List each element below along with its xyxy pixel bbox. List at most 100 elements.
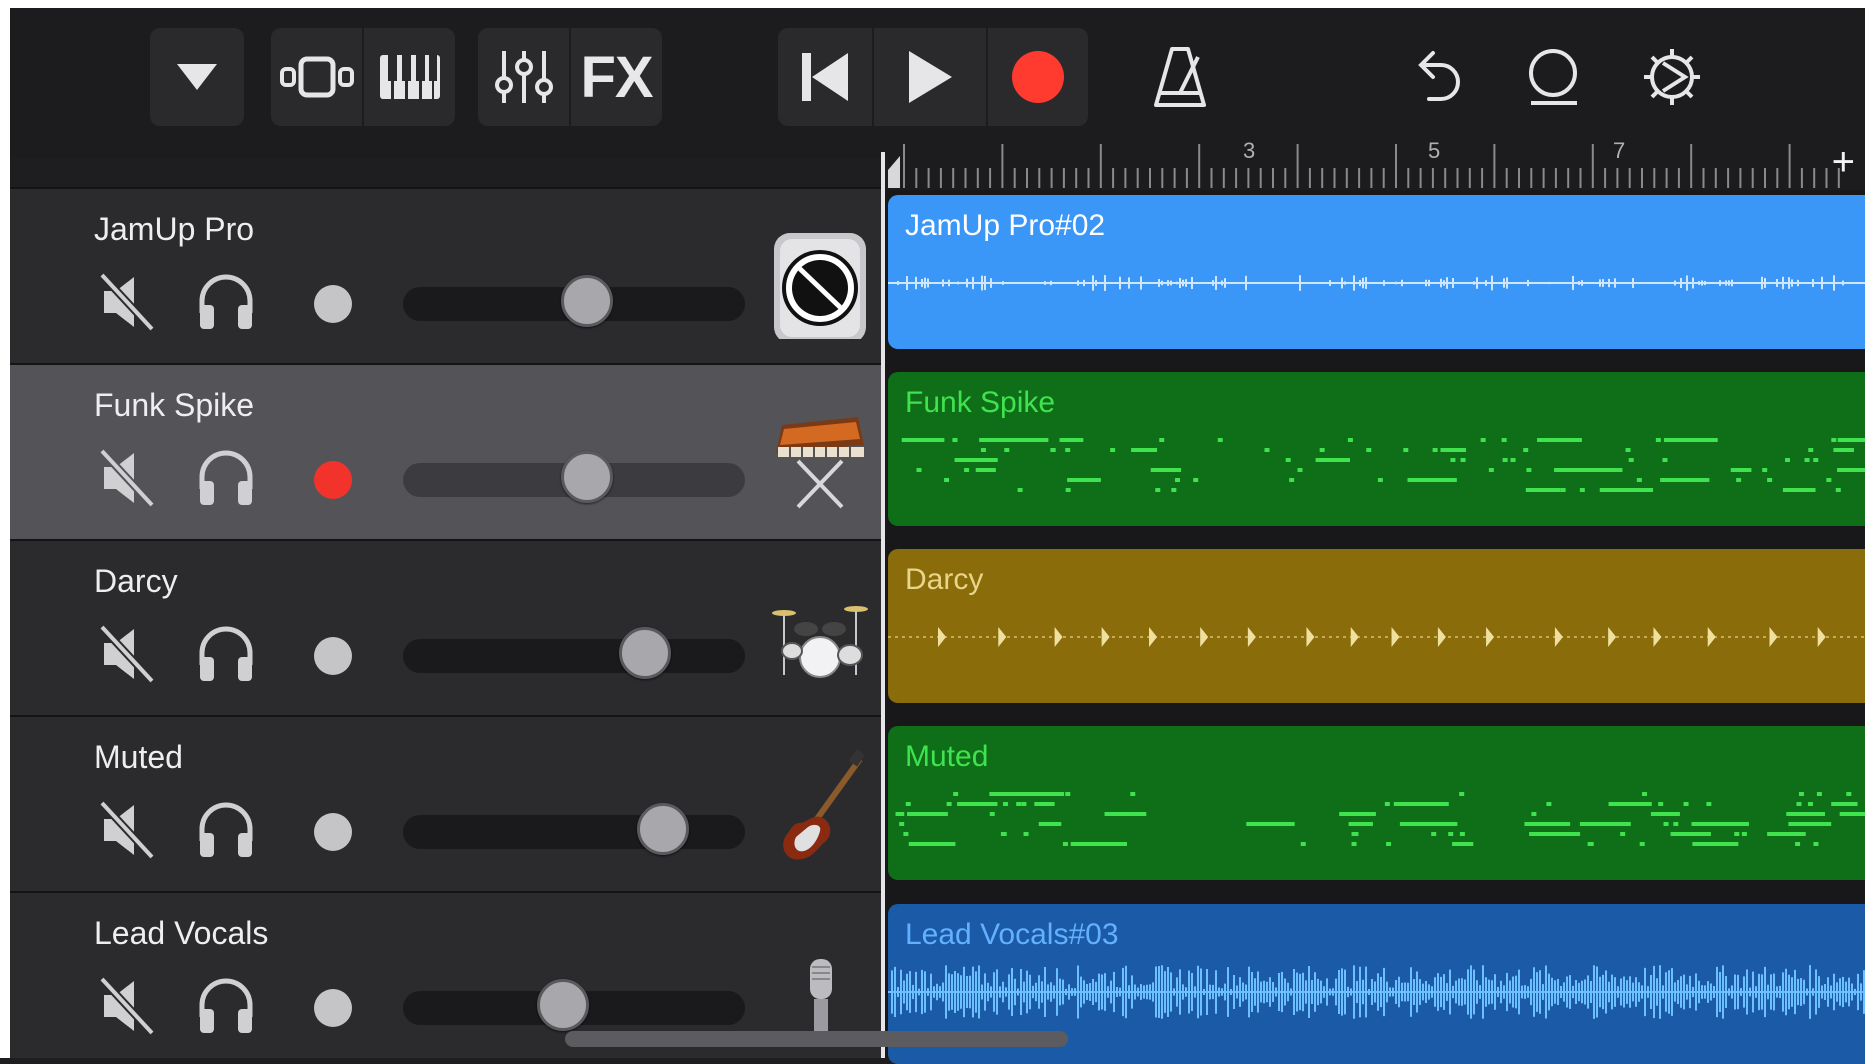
ruler-bar-5: 5 xyxy=(1428,138,1441,163)
region-jamup-pro[interactable]: JamUp Pro#02 xyxy=(888,195,1865,349)
microphone-icon[interactable] xyxy=(770,923,870,1043)
keyboard-button[interactable] xyxy=(362,28,455,126)
headphones-icon xyxy=(199,978,253,1033)
track-name: Lead Vocals xyxy=(94,915,269,951)
piano-keys-icon xyxy=(379,55,440,99)
record-button[interactable] xyxy=(986,28,1088,126)
speaker-muted-icon xyxy=(99,976,155,1036)
amp-knob-icon[interactable] xyxy=(770,219,870,343)
metronome-icon xyxy=(1154,47,1206,107)
drum-kit-icon[interactable] xyxy=(770,571,870,691)
control-bar: FX xyxy=(10,8,1865,158)
record-enable-button[interactable] xyxy=(314,989,352,1027)
screen-border-top xyxy=(0,0,1865,8)
region-darcy[interactable]: Darcy xyxy=(888,549,1865,703)
volume-slider[interactable] xyxy=(403,451,745,503)
speaker-muted-icon xyxy=(99,272,155,332)
mute-button[interactable] xyxy=(98,975,156,1037)
region-name: JamUp Pro#02 xyxy=(905,209,1106,242)
record-enable-button[interactable] xyxy=(314,813,352,851)
track-header-darcy[interactable]: Darcy xyxy=(10,539,882,715)
bass-guitar-icon[interactable] xyxy=(770,747,870,867)
track-header-muted[interactable]: Muted xyxy=(10,715,882,891)
volume-slider[interactable] xyxy=(403,803,745,855)
record-enable-button[interactable] xyxy=(314,461,352,499)
transport-group xyxy=(778,28,1088,126)
playhead[interactable] xyxy=(881,152,885,1058)
mix-group: FX xyxy=(478,28,662,126)
loop-icon xyxy=(1529,49,1577,105)
midi-notes xyxy=(901,438,1865,492)
volume-slider[interactable] xyxy=(403,627,745,679)
solo-button[interactable] xyxy=(196,973,256,1035)
region-name: Funk Spike xyxy=(905,386,1056,419)
track-name: Darcy xyxy=(94,563,178,599)
loop-browser-button[interactable] xyxy=(1513,28,1593,126)
volume-slider-thumb[interactable] xyxy=(636,803,689,855)
volume-slider[interactable] xyxy=(403,275,745,327)
volume-slider-thumb[interactable] xyxy=(537,979,590,1031)
solo-button[interactable] xyxy=(196,269,256,331)
horizontal-scrollbar[interactable] xyxy=(565,1031,1068,1047)
volume-slider-thumb[interactable] xyxy=(561,275,614,327)
skip-back-icon xyxy=(802,53,848,101)
triangle-down-icon xyxy=(177,64,217,90)
drum-hits xyxy=(888,627,1865,647)
view-group xyxy=(271,28,455,126)
region-name: Darcy xyxy=(905,563,984,596)
add-section-button[interactable]: + xyxy=(1832,142,1855,182)
volume-slider-thumb[interactable] xyxy=(619,627,672,679)
track-name: Muted xyxy=(94,739,183,775)
headphones-icon xyxy=(199,450,253,505)
record-enable-button[interactable] xyxy=(314,285,352,323)
volume-slider-thumb[interactable] xyxy=(561,451,614,503)
mute-button[interactable] xyxy=(98,447,156,509)
headphones-icon xyxy=(199,626,253,681)
track-header-jamup-pro[interactable]: JamUp Pro xyxy=(10,187,882,363)
audio-waveform xyxy=(888,965,1865,1019)
undo-icon xyxy=(1418,51,1460,101)
solo-button[interactable] xyxy=(196,797,256,859)
timeline-ruler[interactable]: 3 5 7 + xyxy=(888,138,1865,190)
mute-button[interactable] xyxy=(98,271,156,333)
fx-label: FX xyxy=(580,44,653,110)
settings-button[interactable] xyxy=(1632,28,1712,126)
ruler-ticks xyxy=(888,144,1840,188)
track-view-button[interactable] xyxy=(271,28,362,126)
rewind-button[interactable] xyxy=(778,28,872,126)
headphones-icon xyxy=(199,802,253,857)
mixer-button[interactable] xyxy=(478,28,569,126)
fx-button[interactable]: FX xyxy=(569,28,662,126)
region-funk-spike[interactable]: Funk Spike xyxy=(888,372,1865,526)
sliders-icon xyxy=(494,51,553,103)
audio-waveform xyxy=(888,275,1865,291)
metronome-button[interactable] xyxy=(1140,28,1220,126)
speaker-muted-icon xyxy=(99,624,155,684)
ruler-bar-3: 3 xyxy=(1243,138,1256,163)
play-button[interactable] xyxy=(872,28,986,126)
ruler-bar-7: 7 xyxy=(1613,138,1626,163)
track-view-icon xyxy=(279,56,354,98)
browser-menu-button[interactable] xyxy=(150,28,244,126)
region-name: Lead Vocals#03 xyxy=(905,918,1119,951)
synthesizer-icon[interactable] xyxy=(770,395,870,515)
browser-menu-group xyxy=(150,28,244,126)
headphones-icon xyxy=(199,274,253,329)
screen-border-left xyxy=(0,0,10,1058)
record-enable-button[interactable] xyxy=(314,637,352,675)
play-icon xyxy=(909,51,952,103)
mute-button[interactable] xyxy=(98,623,156,685)
gear-icon xyxy=(1644,49,1700,105)
solo-button[interactable] xyxy=(196,445,256,507)
region-name: Muted xyxy=(905,740,989,773)
midi-notes xyxy=(895,792,1865,846)
track-name: Funk Spike xyxy=(94,387,255,423)
track-header-funk-spike[interactable]: Funk Spike xyxy=(10,363,882,539)
volume-slider[interactable] xyxy=(403,979,745,1031)
region-muted[interactable]: Muted xyxy=(888,726,1865,880)
undo-button[interactable] xyxy=(1395,28,1475,126)
mute-button[interactable] xyxy=(98,799,156,861)
record-icon xyxy=(1012,51,1064,103)
speaker-muted-icon xyxy=(99,448,155,508)
solo-button[interactable] xyxy=(196,621,256,683)
